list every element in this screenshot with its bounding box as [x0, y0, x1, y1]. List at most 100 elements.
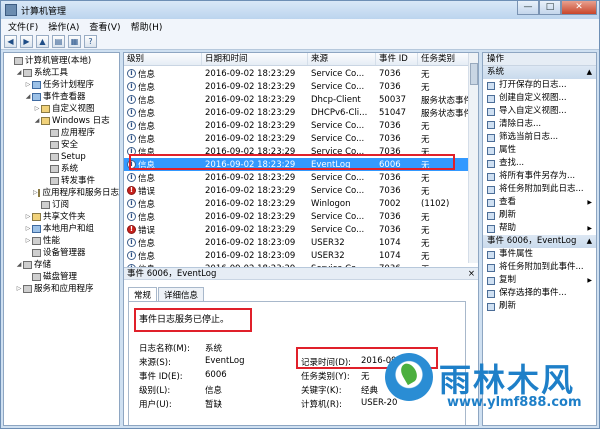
expand-arrow-icon[interactable]: ▷: [33, 103, 41, 115]
scrollbar-thumb[interactable]: [470, 63, 478, 85]
actions-section-header[interactable]: 系统 ▲: [483, 66, 596, 79]
event-row[interactable]: i 信息 2016-09-02 18:23:29 Winlogon 7002 (1102): [124, 197, 470, 210]
tree-item[interactable]: 系统: [4, 163, 119, 175]
tree-item[interactable]: ▷ 任务计划程序: [4, 79, 119, 91]
properties-icon[interactable]: ▤: [52, 34, 65, 48]
close-button[interactable]: ✕: [561, 1, 597, 15]
event-list-scrollbar[interactable]: [468, 53, 478, 263]
tree-item[interactable]: ▷ 自定义视图: [4, 103, 119, 115]
close-detail-icon[interactable]: ×: [468, 268, 475, 280]
expand-arrow-icon[interactable]: ◢: [24, 91, 32, 103]
menu-help[interactable]: 帮助(H): [126, 20, 168, 33]
action-item[interactable]: 创建自定义视图...: [483, 92, 596, 105]
tree-item[interactable]: 磁盘管理: [4, 271, 119, 283]
tree-item[interactable]: ▷ 性能: [4, 235, 119, 247]
header-level[interactable]: 级别: [124, 53, 202, 65]
action-item[interactable]: 事件属性: [483, 248, 596, 261]
forward-icon[interactable]: ▶: [20, 34, 33, 48]
tree-item[interactable]: 应用程序: [4, 127, 119, 139]
menu-view[interactable]: 查看(V): [84, 20, 125, 33]
info-icon: i: [127, 95, 136, 104]
event-datetime-cell: 2016-09-02 18:23:29: [205, 120, 296, 131]
event-row[interactable]: i 信息 2016-09-02 18:23:09 USER32 1074 无: [124, 236, 470, 249]
event-row[interactable]: i信息2016-09-02 18:23:29Service Co...7036无: [124, 210, 470, 223]
action-item[interactable]: 打开保存的日志...: [483, 79, 596, 92]
action-item[interactable]: 帮助 ▶: [483, 222, 596, 235]
expand-arrow-icon[interactable]: ▷: [24, 223, 32, 235]
info-icon: i: [127, 82, 136, 91]
tree-item[interactable]: ▷ 本地用户和组: [4, 223, 119, 235]
maximize-button[interactable]: □: [539, 1, 561, 15]
watermark: 雨林木风 www.ylmf888.com: [377, 347, 599, 427]
actions-section-header[interactable]: 事件 6006，EventLog ▲: [483, 235, 596, 248]
show-hide-tree-icon[interactable]: ▦: [68, 34, 81, 48]
action-item[interactable]: 查看 ▶: [483, 196, 596, 209]
event-row[interactable]: i 信息 2016-09-02 18:23:09 USER32 1074 无: [124, 249, 470, 262]
event-row[interactable]: ! 错误 2016-09-02 18:23:29 Service Co... 7036 无: [124, 223, 470, 236]
event-row[interactable]: i信息2016-09-02 18:23:29Service Co...7036无: [124, 67, 470, 80]
header-datetime[interactable]: 日期和时间: [202, 53, 308, 65]
tree-item-label: 存储: [34, 260, 52, 270]
action-label: 打开保存的日志...: [499, 80, 567, 90]
tree-item[interactable]: 订阅: [4, 199, 119, 211]
tree-item[interactable]: ◢ 系统工具: [4, 67, 119, 79]
action-icon: [487, 172, 495, 181]
action-item[interactable]: 将任务附加到此日志...: [483, 183, 596, 196]
action-item[interactable]: 属性: [483, 144, 596, 157]
expand-arrow-icon[interactable]: ▷: [24, 79, 32, 91]
tree-item[interactable]: ▷ 共享文件夹: [4, 211, 119, 223]
tree-item[interactable]: ▷ 应用程序和服务日志: [4, 187, 119, 199]
tree-item[interactable]: 计算机管理(本地): [4, 55, 119, 67]
up-folder-icon[interactable]: ▲: [36, 34, 49, 48]
collapse-caret-icon[interactable]: ▲: [587, 235, 592, 247]
title-bar[interactable]: 计算机管理 — □ ✕: [1, 1, 599, 19]
expand-arrow-icon[interactable]: ▷: [24, 235, 32, 247]
expand-arrow-icon[interactable]: ◢: [15, 67, 23, 79]
expand-arrow-icon[interactable]: ▷: [15, 283, 23, 295]
action-item[interactable]: 复制 ▶: [483, 274, 596, 287]
event-level-text: 信息: [138, 173, 156, 184]
event-row[interactable]: i 信息 2016-09-02 18:23:29 DHCPv6-Cli... 51047…: [124, 106, 470, 119]
action-item[interactable]: 筛选当前日志...: [483, 131, 596, 144]
action-item[interactable]: 查找...: [483, 157, 596, 170]
tree-item[interactable]: ◢ 事件查看器: [4, 91, 119, 103]
property-label: 来源(S):: [139, 358, 171, 368]
action-item[interactable]: 将所有事件另存为...: [483, 170, 596, 183]
tree-item[interactable]: ◢ 存储: [4, 259, 119, 271]
tab-general[interactable]: 常规: [128, 287, 158, 302]
event-row[interactable]: i 信息 2016-09-02 18:23:29 Dhcp-Client 50037 服务…: [124, 93, 470, 106]
header-source[interactable]: 来源: [308, 53, 376, 65]
action-item[interactable]: 导入自定义视图...: [483, 105, 596, 118]
action-item[interactable]: 刷新: [483, 300, 596, 313]
tree-item[interactable]: 转发事件: [4, 175, 119, 187]
action-item[interactable]: 清除日志...: [483, 118, 596, 131]
minimize-button[interactable]: —: [517, 1, 539, 15]
help-icon[interactable]: ?: [84, 34, 97, 48]
expand-arrow-icon[interactable]: ▷: [24, 211, 32, 223]
action-item[interactable]: 刷新: [483, 209, 596, 222]
menu-action[interactable]: 操作(A): [43, 20, 84, 33]
menu-file[interactable]: 文件(F): [3, 20, 43, 33]
event-row[interactable]: i信息2016-09-02 18:23:29Service Co...7036无: [124, 119, 470, 132]
action-item[interactable]: 将任务附加到此事件...: [483, 261, 596, 274]
event-row[interactable]: i信息2016-09-02 18:23:29Service Co...7036无: [124, 80, 470, 93]
header-task-category[interactable]: 任务类别: [418, 53, 470, 65]
event-row[interactable]: ! 错误 2016-09-02 18:23:29 Service Co... 7036 无: [124, 184, 470, 197]
event-row[interactable]: i信息2016-09-02 18:23:29Service Co...7036无: [124, 171, 470, 184]
expand-arrow-icon[interactable]: ◢: [15, 259, 23, 271]
tab-details[interactable]: 详细信息: [158, 287, 205, 302]
tree-item-label: 计算机管理(本地): [25, 56, 92, 66]
event-category-cell: 无: [421, 238, 430, 249]
header-event-id[interactable]: 事件 ID: [376, 53, 418, 65]
event-id-cell: 1074: [379, 250, 401, 261]
expand-arrow-icon[interactable]: ◢: [33, 115, 41, 127]
tree-item[interactable]: 安全: [4, 139, 119, 151]
action-item[interactable]: 保存选择的事件...: [483, 287, 596, 300]
tree-item[interactable]: ▷ 服务和应用程序: [4, 283, 119, 295]
tree-item[interactable]: Setup: [4, 151, 119, 163]
back-icon[interactable]: ◀: [4, 34, 17, 48]
collapse-caret-icon[interactable]: ▲: [587, 66, 592, 78]
event-row[interactable]: i信息2016-09-02 18:23:29Service Co...7036无: [124, 132, 470, 145]
tree-item[interactable]: 设备管理器: [4, 247, 119, 259]
tree-item[interactable]: ◢ Windows 日志: [4, 115, 119, 127]
